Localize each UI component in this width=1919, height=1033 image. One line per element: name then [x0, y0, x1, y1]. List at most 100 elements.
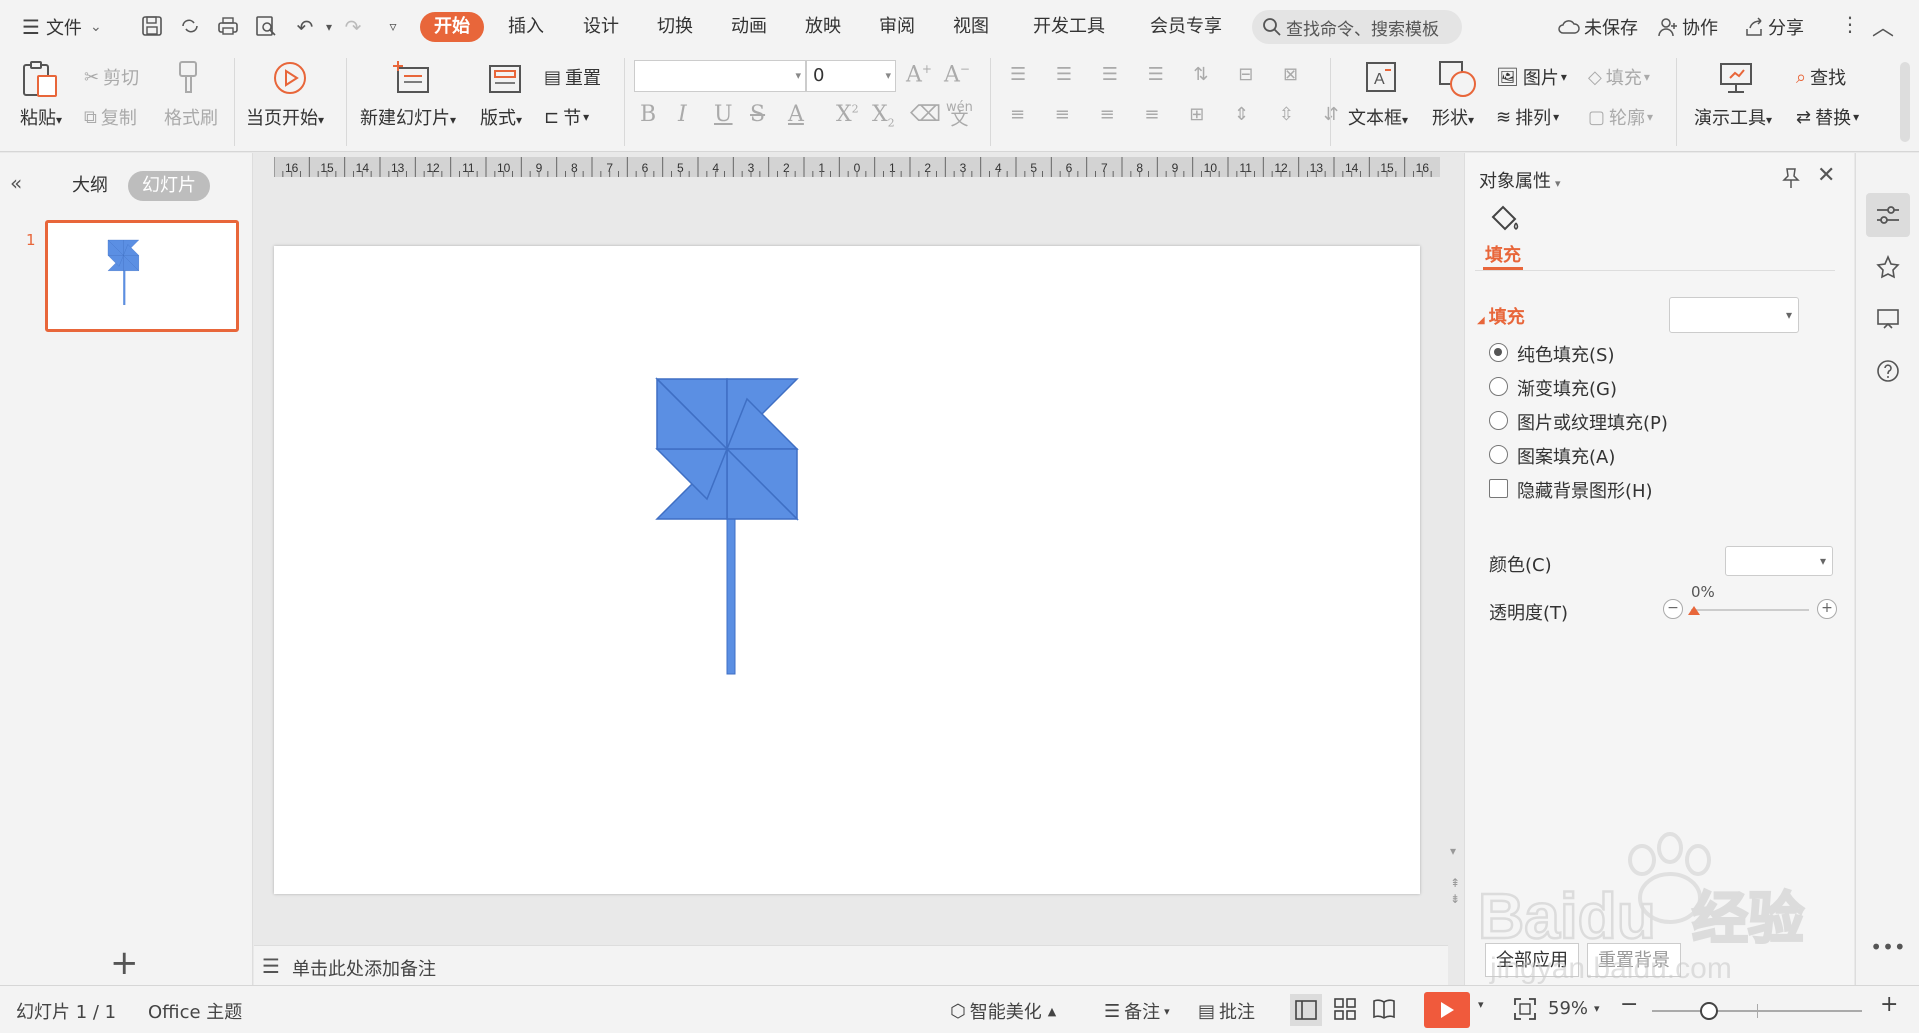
undo-icon[interactable]: ↶	[292, 14, 318, 40]
zoom-level[interactable]: 59% ▾	[1548, 998, 1600, 1019]
pin-icon[interactable]	[1781, 167, 1801, 189]
collapse-ribbon-icon[interactable]: ︿	[1872, 10, 1894, 42]
gradient-fill-label[interactable]: 渐变填充(G)	[1517, 375, 1617, 401]
notes-bar[interactable]: ☰ 单击此处添加备注	[254, 945, 1448, 985]
theme-name[interactable]: Office 主题	[148, 998, 242, 1024]
new-slide-button[interactable]: 新建幻灯片▾	[360, 104, 456, 130]
slide-thumbnail[interactable]	[45, 220, 239, 332]
fill-tab-icon[interactable]	[1489, 203, 1523, 235]
solid-fill-label[interactable]: 纯色填充(S)	[1517, 341, 1614, 367]
paragraph-align-icons[interactable]: ≡ ≡ ≡ ≡ ⊞ ⇕ ⇳ ⇵	[1010, 104, 1351, 125]
file-menu[interactable]: ☰ 文件 ⌄	[22, 14, 102, 40]
cut-button[interactable]: ✂ 剪切	[84, 64, 139, 90]
print-preview-icon[interactable]	[254, 14, 280, 40]
section-button[interactable]: ⊏ 节 ▾	[544, 104, 589, 130]
transparency-decrease-button[interactable]: −	[1663, 599, 1683, 619]
underline-icon[interactable]: U	[714, 102, 733, 127]
fill-type-dropdown[interactable]	[1669, 297, 1799, 333]
tab-slides[interactable]: 幻灯片	[128, 171, 210, 201]
notes-toggle-button[interactable]: ☰ 备注 ▾	[1104, 998, 1170, 1024]
shape-button[interactable]: 形状▾	[1432, 104, 1474, 130]
picture-button[interactable]: 🖼 图片 ▾	[1496, 64, 1567, 90]
tab-view[interactable]: 视图	[953, 12, 989, 42]
play-circle-icon[interactable]	[272, 60, 308, 96]
tab-developer[interactable]: 开发工具	[1033, 12, 1105, 42]
paste-button[interactable]: 粘贴▾	[20, 104, 62, 130]
redo-icon[interactable]: ↷	[340, 14, 366, 40]
outline-button[interactable]: ▢ 轮廓 ▾	[1588, 104, 1653, 130]
tab-animation[interactable]: 动画	[731, 12, 767, 42]
picture-fill-label[interactable]: 图片或纹理填充(P)	[1517, 409, 1668, 435]
tab-design[interactable]: 设计	[583, 12, 619, 42]
tab-transitions[interactable]: 切换	[657, 12, 693, 42]
strikethrough-icon[interactable]: S	[750, 102, 765, 127]
layout-button[interactable]: 版式▾	[480, 104, 522, 130]
play-dropdown-icon[interactable]: ▾	[1478, 998, 1484, 1011]
close-panel-icon[interactable]: ✕	[1817, 163, 1835, 188]
eraser-icon[interactable]: ⌫	[910, 102, 941, 127]
arrange-button[interactable]: ≋ 排列 ▾	[1496, 104, 1559, 130]
new-slide-icon[interactable]	[392, 60, 432, 96]
color-dropdown[interactable]	[1725, 546, 1833, 576]
tab-outline[interactable]: 大纲	[58, 171, 122, 201]
radio-pattern-fill[interactable]	[1489, 445, 1508, 464]
font-name-combo[interactable]: ▾	[634, 60, 806, 92]
animation-star-icon[interactable]	[1866, 245, 1910, 289]
textbox-icon[interactable]: A	[1364, 60, 1398, 94]
tab-member[interactable]: 会员专享	[1150, 12, 1222, 42]
replace-button[interactable]: ⇄ 替换 ▾	[1796, 104, 1859, 130]
paste-icon[interactable]	[20, 60, 60, 98]
smart-beautify-button[interactable]: ⬡ 智能美化 ▲	[950, 998, 1056, 1024]
transition-icon[interactable]	[1866, 297, 1910, 341]
more-options-icon[interactable]: ⋮	[1840, 12, 1860, 36]
reset-button[interactable]: ▤ 重置	[544, 64, 601, 90]
tab-fill[interactable]: 填充	[1485, 241, 1521, 267]
scroll-controls[interactable]: ▾ ⇞ ⇟	[1450, 843, 1460, 907]
slide-canvas[interactable]	[274, 246, 1420, 894]
collapse-panel-icon[interactable]: «	[10, 171, 22, 195]
hide-bg-label[interactable]: 隐藏背景图形(H)	[1517, 477, 1653, 503]
pinwheel-shape[interactable]	[274, 246, 1420, 894]
panel-title[interactable]: 对象属性 ▾	[1479, 167, 1561, 193]
increase-font-icon[interactable]: A+	[906, 62, 932, 87]
format-painter-button[interactable]: 格式刷	[164, 104, 218, 130]
font-color-icon[interactable]: A	[788, 102, 804, 127]
transparency-increase-button[interactable]: +	[1817, 599, 1837, 619]
customize-toolbar-icon[interactable]: ▿	[380, 14, 406, 40]
font-size-combo[interactable]: 0 ▾	[806, 60, 896, 92]
decrease-font-icon[interactable]: A−	[944, 62, 970, 87]
zoom-in-button[interactable]: +	[1880, 992, 1898, 1017]
zoom-out-button[interactable]: −	[1620, 992, 1638, 1017]
tab-slideshow[interactable]: 放映	[805, 12, 841, 42]
radio-gradient-fill[interactable]	[1489, 377, 1508, 396]
apply-all-button[interactable]: 全部应用	[1485, 943, 1579, 977]
save-icon[interactable]	[140, 14, 166, 40]
transparency-slider[interactable]	[1691, 609, 1809, 611]
share-button[interactable]: 分享	[1744, 14, 1804, 40]
find-button[interactable]: ⌕ 查找	[1796, 64, 1846, 90]
normal-view-icon[interactable]	[1290, 994, 1322, 1026]
radio-picture-fill[interactable]	[1489, 411, 1508, 430]
reading-view-icon[interactable]	[1372, 998, 1396, 1020]
add-slide-button[interactable]: +	[110, 943, 139, 983]
pattern-fill-label[interactable]: 图案填充(A)	[1517, 443, 1615, 469]
presentation-tools-button[interactable]: 演示工具▾	[1694, 104, 1772, 130]
print-icon[interactable]	[216, 14, 242, 40]
more-rail-icon[interactable]: •••	[1866, 925, 1910, 969]
presentation-tools-icon[interactable]	[1718, 60, 1754, 96]
tab-insert[interactable]: 插入	[508, 12, 544, 42]
tab-home[interactable]: 开始	[420, 12, 484, 42]
play-from-current-button[interactable]: 当页开始▾	[246, 104, 324, 130]
italic-icon[interactable]: I	[678, 102, 687, 127]
shape-icon[interactable]	[1438, 60, 1478, 98]
slide-sorter-icon[interactable]	[1334, 998, 1356, 1020]
properties-rail-icon[interactable]	[1866, 193, 1910, 237]
command-search-box[interactable]: 查找命令、搜索模板	[1252, 10, 1462, 44]
radio-solid-fill[interactable]	[1489, 343, 1508, 362]
fit-to-window-icon[interactable]	[1514, 998, 1536, 1020]
help-icon[interactable]	[1866, 349, 1910, 393]
reset-background-button[interactable]: 重置背景	[1587, 943, 1681, 977]
zoom-slider-thumb[interactable]	[1700, 1002, 1718, 1020]
subscript-icon[interactable]: X2	[872, 102, 895, 129]
transparency-slider-thumb[interactable]	[1688, 606, 1700, 615]
